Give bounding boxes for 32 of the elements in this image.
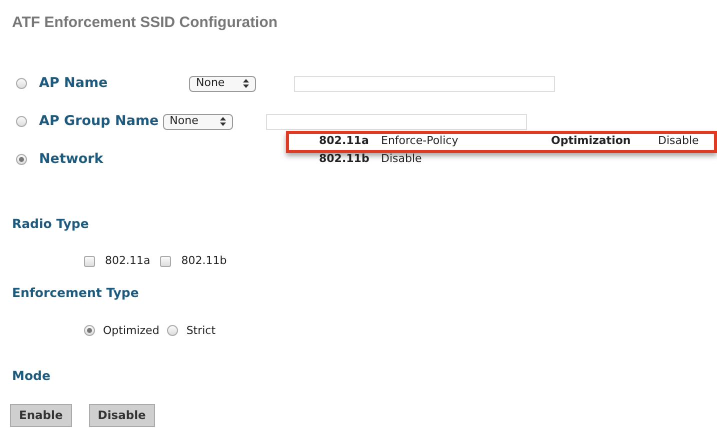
section-heading: Mode	[12, 367, 52, 385]
policy-value: Enforce-Policy	[381, 133, 460, 150]
mode-button[interactable]: Disable	[88, 404, 155, 427]
radio-button[interactable]	[16, 154, 27, 165]
radio-name: 802.11b	[319, 151, 370, 168]
checkbox[interactable]	[160, 256, 172, 267]
text-input[interactable]	[266, 114, 527, 130]
checkbox-label: 802.11a	[105, 253, 150, 270]
select-dropdown[interactable]: None	[189, 76, 256, 92]
section-heading: Radio Type	[12, 214, 90, 233]
checkbox-label: 802.11b	[181, 253, 227, 270]
radio-label: Strict	[186, 322, 216, 338]
mode-button[interactable]: Enable	[10, 404, 72, 427]
option-label: Network	[39, 150, 104, 170]
optimization-value: Disable	[658, 133, 699, 150]
section-heading: Enforcement Type	[12, 284, 140, 302]
radio-button[interactable]	[16, 78, 27, 89]
radio-button[interactable]	[167, 325, 178, 336]
stepper-icon	[220, 117, 226, 126]
page-title: ATF Enforcement SSID Configuration	[12, 13, 279, 33]
option-label: AP Group Name	[39, 112, 159, 132]
radio-button[interactable]	[84, 325, 95, 336]
policy-value: Disable	[381, 151, 423, 168]
option-label: AP Name	[39, 74, 109, 94]
text-input[interactable]	[294, 76, 555, 92]
select-dropdown[interactable]: None	[162, 114, 233, 130]
radio-label: Optimized	[103, 322, 160, 338]
checkbox[interactable]	[84, 256, 95, 267]
radio-button[interactable]	[16, 116, 27, 127]
stepper-icon	[243, 79, 249, 88]
optimization-label: Optimization	[551, 133, 632, 150]
radio-name: 802.11a	[319, 133, 370, 150]
